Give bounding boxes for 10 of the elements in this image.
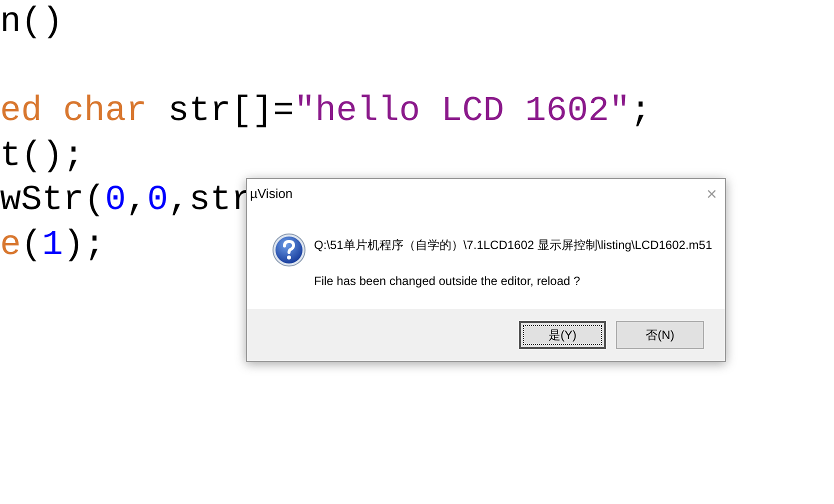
code-line: e(1); [0, 224, 106, 264]
code-line: t(); [0, 136, 84, 176]
dialog-button[interactable]: 否(N) [616, 321, 704, 349]
code-line: n() [0, 2, 64, 42]
file-path: Q:\51单片机程序（自学的）\7.1LCD1602 显示屏控制\listing\LCD1602.m51 [314, 237, 712, 254]
dialog-button[interactable]: 是(Y) [519, 321, 606, 349]
message-text: File has been changed outside the editor, reload ? [314, 273, 582, 290]
code-line: ed char str[]="hello LCD 1602"; [0, 91, 652, 131]
window-title: µVision [250, 185, 293, 204]
question-icon [272, 233, 306, 267]
